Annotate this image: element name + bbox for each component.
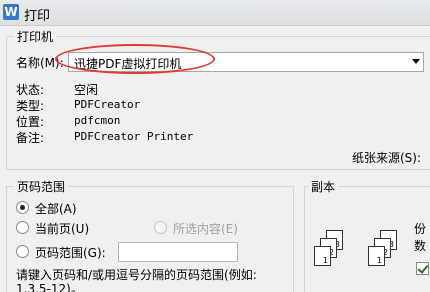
range-selection-label[interactable]: 所选内容(E) <box>173 220 238 237</box>
title-bar: W 打印 <box>0 0 430 26</box>
type-label: 类型: <box>16 99 45 113</box>
paper-source-label: 纸张来源(S): <box>352 151 422 165</box>
location-label: 位置: <box>16 115 45 129</box>
range-pages-label[interactable]: 页码范围(G): <box>35 244 106 261</box>
range-all-label[interactable]: 全部(A) <box>35 200 77 217</box>
app-logo-icon: W <box>3 4 19 20</box>
collated-pages-icon-2: 3 2 1 <box>366 230 400 270</box>
range-current-radio[interactable] <box>16 221 29 234</box>
location-value: pdfcmon <box>74 114 121 127</box>
page-range-legend: 页码范围 <box>14 178 69 195</box>
page-range-input[interactable] <box>118 242 238 262</box>
comment-value: PDFCreator Printer <box>74 130 194 143</box>
window-title: 打印 <box>24 9 51 24</box>
status-label: 状态: <box>16 83 45 97</box>
dropdown-arrow-icon[interactable] <box>412 59 420 64</box>
highlight-annotation <box>55 44 215 74</box>
collate-checkbox[interactable] <box>416 262 429 275</box>
range-all-radio[interactable] <box>16 201 29 214</box>
range-pages-radio[interactable] <box>16 245 29 258</box>
range-current-label[interactable]: 当前页(U) <box>35 220 89 237</box>
printer-group-legend: 打印机 <box>14 28 57 45</box>
status-value: 空闲 <box>74 83 99 97</box>
copies-legend: 副本 <box>308 178 339 195</box>
comment-label: 备注: <box>16 131 45 145</box>
copies-count-label: 份数 <box>414 222 427 253</box>
type-value: PDFCreator <box>74 98 141 111</box>
range-hint-line2: 1,3,5-12)。 <box>16 282 83 292</box>
collated-pages-icon: 3 2 1 <box>312 230 346 270</box>
range-selection-radio[interactable] <box>154 221 167 234</box>
